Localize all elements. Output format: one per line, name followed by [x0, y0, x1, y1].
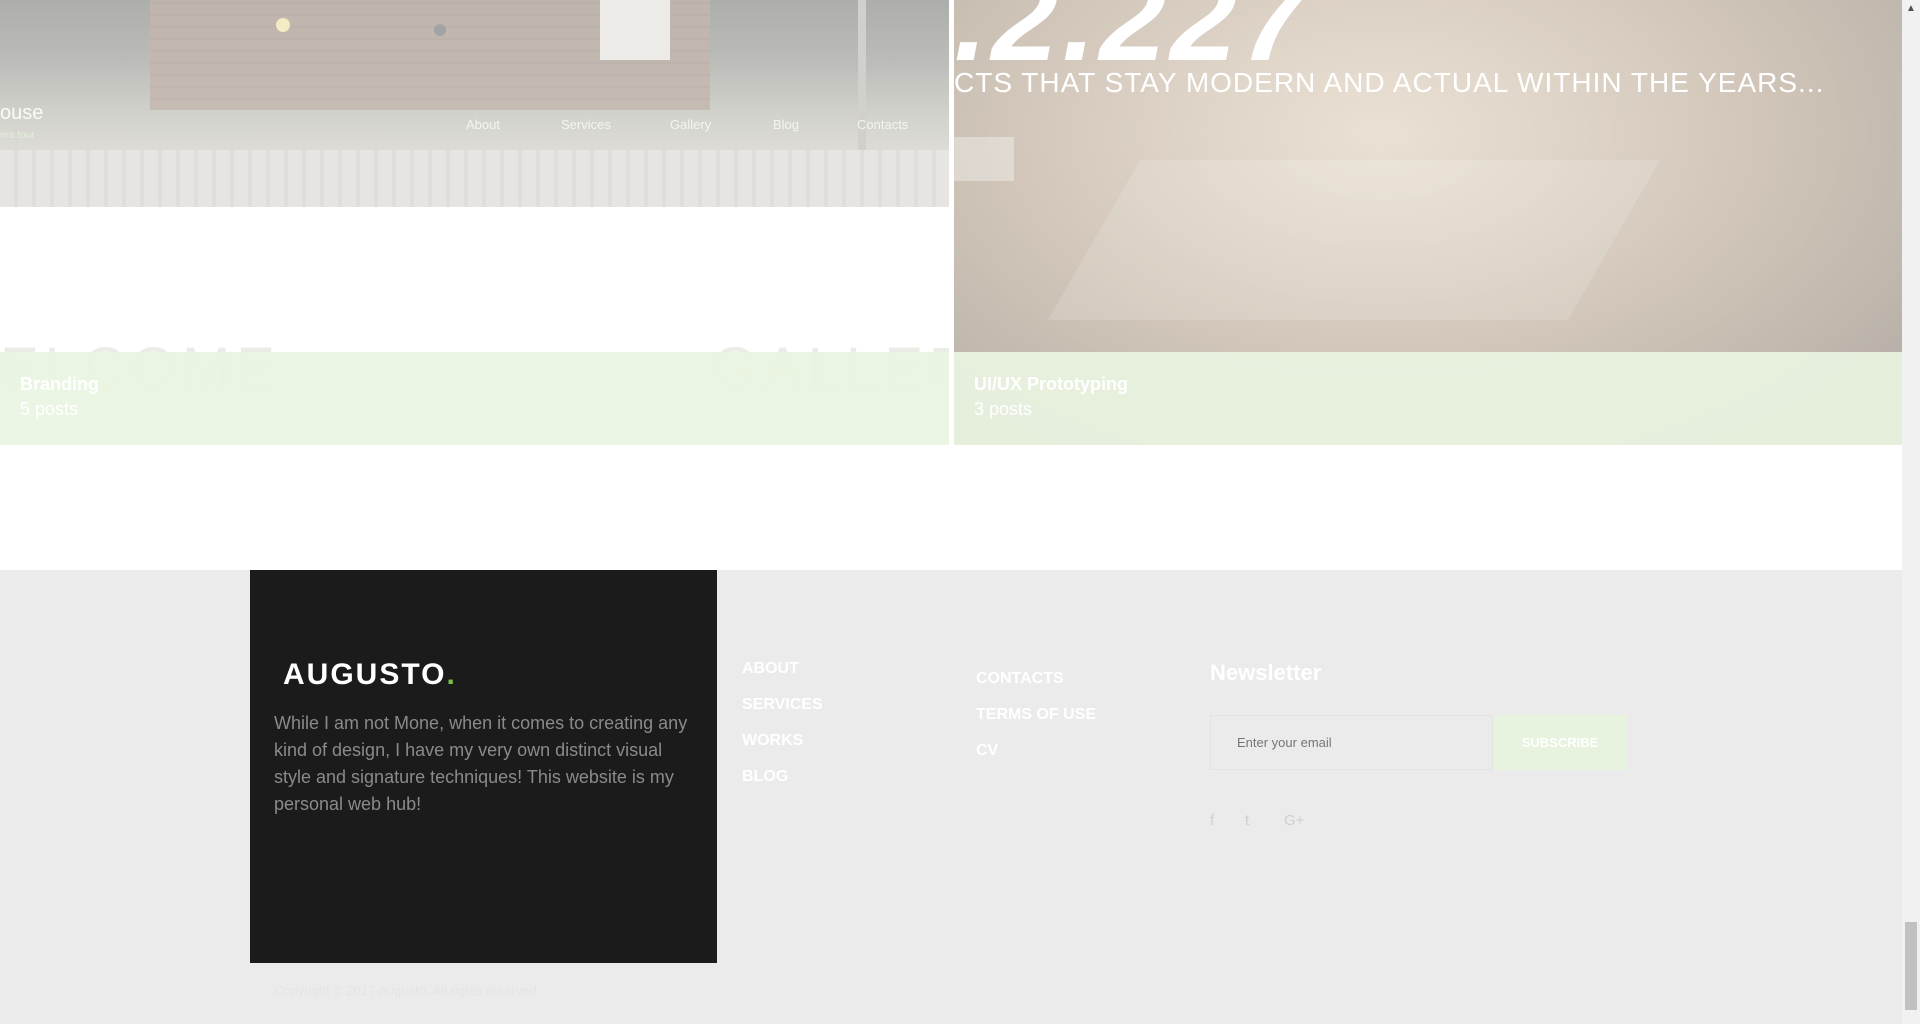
footer-link-about[interactable]: ABOUT [742, 651, 823, 687]
preview-nav-item: Services [561, 117, 611, 132]
card-title[interactable]: Branding [20, 374, 99, 395]
category-card-branding[interactable]: ouse rea tour About Services Gallery Blo… [0, 0, 949, 445]
image-overlay [0, 0, 949, 207]
preview-nav-item: Contacts [857, 117, 909, 132]
footer-links-secondary: CONTACTS TERMS OF USE CV [976, 661, 1096, 769]
preview-nav-item: Blog [773, 117, 800, 132]
preview-button [954, 137, 1014, 181]
footer-brand-panel: AUGUSTO. While I am not Mone, when it co… [250, 570, 717, 963]
footer-link-contacts[interactable]: CONTACTS [976, 661, 1096, 697]
scroll-up-arrow-icon[interactable]: ▲ [1902, 0, 1920, 18]
category-cards: ouse rea tour About Services Gallery Blo… [0, 0, 1902, 445]
footer-link-works[interactable]: WORKS [742, 723, 823, 759]
facebook-icon[interactable]: f [1210, 812, 1214, 829]
newsletter-title: Newsletter [1210, 660, 1322, 685]
scrollbar-thumb[interactable] [1905, 922, 1917, 1010]
copyright: Copyright © 2017 Augusto. All rights res… [274, 983, 541, 998]
brand-dot: . [446, 658, 457, 691]
preview-logo: ouse [0, 102, 44, 124]
card-post-count: 3 posts [974, 399, 1033, 419]
preview-nav-item: About [466, 117, 500, 132]
twitter-icon[interactable]: t [1245, 812, 1249, 829]
google-plus-icon[interactable]: G+ [1284, 812, 1304, 829]
brand-name: AUGUSTO [283, 658, 447, 691]
footer-link-blog[interactable]: BLOG [742, 759, 823, 795]
preview-tagline: CTS THAT STAY MODERN AND ACTUAL WITHIN T… [954, 67, 1825, 98]
footer-link-services[interactable]: SERVICES [742, 687, 823, 723]
card-image: ouse rea tour About Services Gallery Blo… [0, 0, 949, 207]
card-post-count: 5 posts [20, 399, 79, 419]
brand-logo[interactable]: AUGUSTO. [283, 658, 457, 692]
card-caption-band [954, 352, 1902, 445]
page-scrollbar[interactable]: ▲ [1902, 0, 1920, 1024]
preview-logo-sub: rea tour [0, 130, 35, 141]
newsletter-email-input[interactable] [1210, 715, 1493, 770]
footer-links-primary: ABOUT SERVICES WORKS BLOG [742, 651, 823, 795]
card-title[interactable]: UI/UX Prototyping [974, 374, 1128, 395]
footer-link-terms[interactable]: TERMS OF USE [976, 697, 1096, 733]
card-caption-band [0, 352, 949, 445]
category-card-ui-ux[interactable]: .2.227 CTS THAT STAY MODERN AND ACTUAL W… [954, 0, 1902, 445]
preview-nav-item: Gallery [670, 117, 712, 132]
footer-link-cv[interactable]: CV [976, 733, 1096, 769]
subscribe-button[interactable]: SUBSCRIBE [1493, 715, 1627, 770]
footer-description: While I am not Mone, when it comes to cr… [274, 713, 688, 814]
